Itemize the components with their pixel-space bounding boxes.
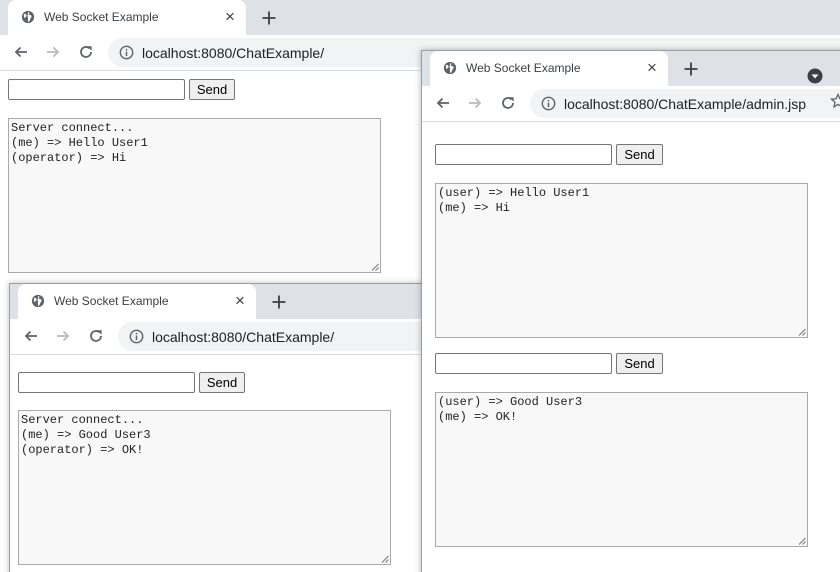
close-icon[interactable]: × bbox=[644, 59, 660, 76]
page-content: Send (user) => Hello User1 (me) => Hi Sen… bbox=[422, 122, 840, 572]
close-icon[interactable]: × bbox=[232, 292, 248, 309]
address-bar[interactable]: localhost:8080/ChatExample/admin.jsp bbox=[530, 89, 840, 118]
tab-strip: Web Socket Example × bbox=[422, 51, 840, 86]
info-icon[interactable] bbox=[541, 96, 556, 111]
address-bar[interactable]: localhost:8080/ChatExample/ bbox=[118, 322, 429, 351]
send-button[interactable]: Send bbox=[189, 79, 235, 100]
log-line: (user) => Hello User1 bbox=[438, 186, 590, 200]
globe-icon bbox=[21, 10, 35, 24]
reload-icon[interactable] bbox=[87, 327, 105, 345]
tab-title: Web Socket Example bbox=[44, 10, 159, 24]
send-button-1[interactable]: Send bbox=[616, 144, 663, 165]
chat-log[interactable]: Server connect... (me) => Hello User1 (ope… bbox=[8, 118, 381, 273]
browser-toolbar: localhost:8080/ChatExample/admin.jsp bbox=[422, 86, 840, 122]
globe-icon bbox=[31, 294, 45, 308]
log-line: (me) => Hi bbox=[438, 201, 511, 215]
plus-icon[interactable] bbox=[260, 9, 278, 27]
resize-grip-icon[interactable] bbox=[798, 328, 806, 336]
arrow-right-icon[interactable] bbox=[466, 94, 484, 112]
chat-log-1[interactable]: (user) => Hello User1 (me) => Hi bbox=[435, 183, 808, 338]
arrow-left-icon[interactable] bbox=[434, 94, 452, 112]
browser-window-admin: Web Socket Example × localhost:8080/Chat… bbox=[421, 50, 840, 572]
browser-window-user3: Web Socket Example × localhost:8080/Chat… bbox=[9, 283, 429, 572]
tab-strip: Web Socket Example × bbox=[0, 0, 840, 35]
reload-icon[interactable] bbox=[499, 94, 517, 112]
log-line: (operator) => OK! bbox=[21, 443, 144, 457]
reload-icon[interactable] bbox=[77, 43, 95, 61]
send-button-2[interactable]: Send bbox=[616, 353, 663, 374]
globe-icon bbox=[443, 61, 457, 75]
url-text: localhost:8080/ChatExample/admin.jsp bbox=[564, 96, 807, 112]
chat-log-2[interactable]: (user) => Good User3 (me) => OK! bbox=[435, 392, 808, 547]
log-line: (user) => Good User3 bbox=[438, 395, 583, 409]
reply-input-1[interactable] bbox=[435, 144, 612, 165]
resize-grip-icon[interactable] bbox=[371, 263, 379, 271]
reply-input-2[interactable] bbox=[435, 353, 612, 374]
chat-log[interactable]: Server connect... (me) => Good User3 (oper… bbox=[18, 410, 391, 565]
log-line: Server connect... bbox=[11, 121, 134, 135]
log-line: (me) => Hello User1 bbox=[11, 136, 148, 150]
resize-grip-icon[interactable] bbox=[798, 537, 806, 545]
plus-icon[interactable] bbox=[682, 60, 700, 78]
send-button[interactable]: Send bbox=[199, 372, 245, 393]
resize-grip-icon[interactable] bbox=[381, 555, 389, 563]
plus-icon[interactable] bbox=[270, 293, 288, 311]
info-icon[interactable] bbox=[129, 329, 144, 344]
tab-web-socket-example[interactable]: Web Socket Example × bbox=[18, 284, 256, 319]
tab-strip: Web Socket Example × bbox=[10, 284, 429, 319]
arrow-right-icon[interactable] bbox=[54, 327, 72, 345]
url-text: localhost:8080/ChatExample/ bbox=[152, 329, 335, 345]
tab-title: Web Socket Example bbox=[54, 294, 169, 308]
tab-web-socket-example[interactable]: Web Socket Example × bbox=[430, 51, 668, 86]
log-line: (operator) => Hi bbox=[11, 151, 127, 165]
arrow-left-icon[interactable] bbox=[22, 327, 40, 345]
page-content: Send Server connect... (me) => Good User3… bbox=[10, 355, 429, 572]
close-icon[interactable]: × bbox=[222, 8, 238, 25]
log-line: Server connect... bbox=[21, 413, 144, 427]
url-text: localhost:8080/ChatExample/ bbox=[142, 45, 325, 61]
arrow-right-icon[interactable] bbox=[44, 43, 62, 61]
message-input[interactable] bbox=[18, 372, 195, 393]
log-line: (me) => Good User3 bbox=[21, 428, 151, 442]
info-icon[interactable] bbox=[119, 45, 134, 60]
star-icon[interactable] bbox=[830, 93, 840, 109]
tab-web-socket-example[interactable]: Web Socket Example × bbox=[8, 0, 246, 35]
tab-title: Web Socket Example bbox=[466, 61, 581, 75]
chevron-down-icon[interactable] bbox=[807, 68, 823, 84]
message-input[interactable] bbox=[8, 79, 185, 100]
arrow-left-icon[interactable] bbox=[12, 43, 30, 61]
browser-toolbar: localhost:8080/ChatExample/ bbox=[10, 319, 429, 355]
log-line: (me) => OK! bbox=[438, 410, 518, 424]
